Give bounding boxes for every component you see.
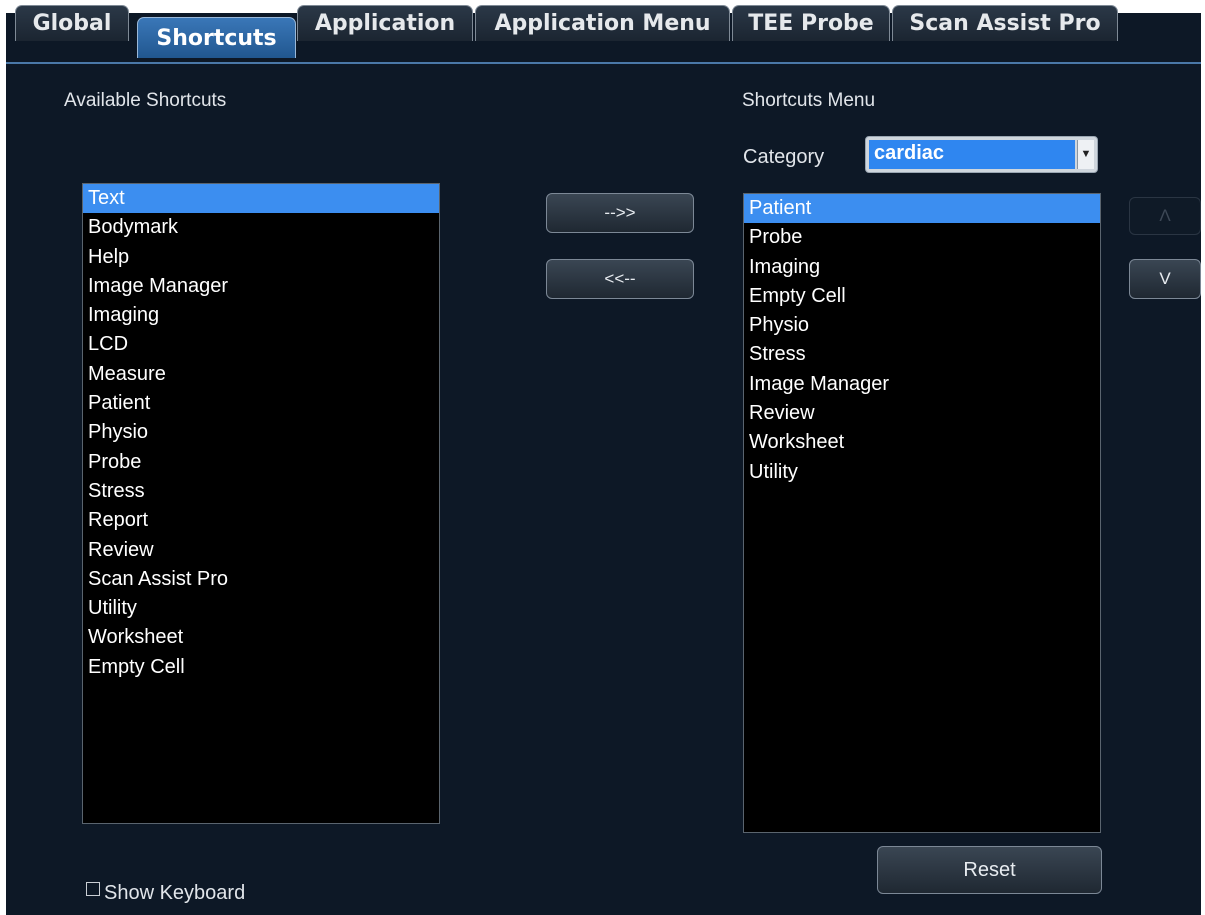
list-item[interactable]: Empty Cell xyxy=(744,282,1100,311)
tab-scan-assist-pro[interactable]: Scan Assist Pro xyxy=(892,5,1118,41)
list-item[interactable]: Empty Cell xyxy=(83,653,439,682)
window-left-edge xyxy=(0,0,6,915)
list-item[interactable]: Physio xyxy=(744,311,1100,340)
list-item[interactable]: Report xyxy=(83,506,439,535)
show-keyboard-label: Show Keyboard xyxy=(104,882,246,904)
remove-shortcut-button[interactable]: <<-- xyxy=(546,259,694,299)
chevron-down-icon[interactable]: ▼ xyxy=(1077,140,1094,169)
shortcuts-menu-list[interactable]: Patient Probe Imaging Empty Cell Physio … xyxy=(743,193,1101,833)
list-item[interactable]: Measure xyxy=(83,360,439,389)
move-up-button[interactable]: Λ xyxy=(1129,197,1201,235)
list-item[interactable]: Imaging xyxy=(744,253,1100,282)
window-right-edge xyxy=(1201,0,1205,915)
list-item[interactable]: Imaging xyxy=(83,301,439,330)
tab-application[interactable]: Application xyxy=(297,5,473,41)
list-item[interactable]: Stress xyxy=(83,477,439,506)
list-item[interactable]: Text xyxy=(83,184,439,214)
shortcuts-menu-title: Shortcuts Menu xyxy=(742,90,876,111)
tab-tee-probe[interactable]: TEE Probe xyxy=(732,5,890,41)
list-item[interactable]: Help xyxy=(83,243,439,272)
list-item[interactable]: LCD xyxy=(83,330,439,359)
list-item[interactable]: Probe xyxy=(83,448,439,477)
category-value: cardiac xyxy=(869,140,1075,169)
show-keyboard-checkbox[interactable] xyxy=(86,882,100,896)
move-down-button[interactable]: V xyxy=(1129,259,1201,299)
list-item[interactable]: Utility xyxy=(83,594,439,623)
list-item[interactable]: Worksheet xyxy=(83,623,439,652)
list-item[interactable]: Scan Assist Pro xyxy=(83,565,439,594)
list-item[interactable]: Stress xyxy=(744,340,1100,369)
tab-underline xyxy=(6,62,1201,64)
reset-button[interactable]: Reset xyxy=(877,846,1102,894)
tab-application-menu[interactable]: Application Menu xyxy=(475,5,730,41)
list-item[interactable]: Bodymark xyxy=(83,213,439,242)
available-shortcuts-title: Available Shortcuts xyxy=(64,90,227,111)
list-item[interactable]: Physio xyxy=(83,418,439,447)
list-item[interactable]: Utility xyxy=(744,458,1100,487)
category-label: Category xyxy=(743,146,825,168)
list-item[interactable]: Review xyxy=(83,536,439,565)
list-item[interactable]: Review xyxy=(744,399,1100,428)
tab-shortcuts[interactable]: Shortcuts xyxy=(137,17,296,58)
list-item[interactable]: Worksheet xyxy=(744,428,1100,457)
available-shortcuts-list[interactable]: Text Bodymark Help Image Manager Imaging… xyxy=(82,183,440,824)
category-select[interactable]: cardiac ▼ xyxy=(865,136,1098,173)
add-shortcut-button[interactable]: -->> xyxy=(546,193,694,233)
tab-global[interactable]: Global xyxy=(15,5,129,41)
list-item[interactable]: Image Manager xyxy=(83,272,439,301)
list-item[interactable]: Image Manager xyxy=(744,370,1100,399)
list-item[interactable]: Patient xyxy=(744,194,1100,224)
list-item[interactable]: Probe xyxy=(744,223,1100,252)
list-item[interactable]: Patient xyxy=(83,389,439,418)
